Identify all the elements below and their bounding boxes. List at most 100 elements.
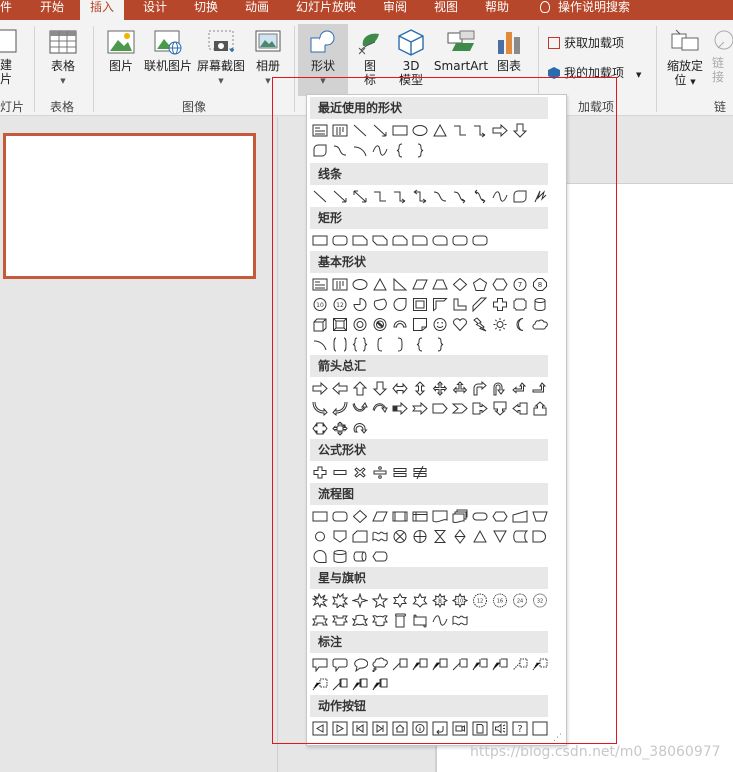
shape-ovalcallout-icon[interactable]: [350, 655, 370, 673]
resize-grip-icon[interactable]: ⋰: [553, 734, 562, 743]
shape-chevron-icon[interactable]: [450, 399, 470, 417]
shape-star6-icon[interactable]: [390, 591, 410, 609]
shape-textbox-icon[interactable]: [310, 275, 330, 293]
shape-curvedup-icon[interactable]: [350, 399, 370, 417]
tab-slideshow[interactable]: 幻灯片放映: [296, 0, 356, 20]
shape-btnend-icon[interactable]: [370, 719, 390, 737]
3d-model-button[interactable]: 3D 模型: [392, 28, 430, 87]
shape-round1-icon[interactable]: [410, 231, 430, 249]
tell-me-search[interactable]: 操作说明搜索: [540, 0, 630, 20]
shape-snip2-icon[interactable]: [370, 231, 390, 249]
shape-oval-icon[interactable]: [410, 121, 430, 139]
shape-vtextbox-icon[interactable]: [330, 275, 350, 293]
shape-accentborder3-icon[interactable]: [370, 675, 390, 693]
shape-arc-icon[interactable]: [310, 335, 330, 353]
shape-stripedright-icon[interactable]: [390, 399, 410, 417]
shape-foldedcorner-icon[interactable]: [410, 315, 430, 333]
shape-teardrop-icon[interactable]: [390, 295, 410, 313]
shape-elbow-icon[interactable]: [370, 187, 390, 205]
shape-btnsound-icon[interactable]: [490, 719, 510, 737]
tab-review[interactable]: 审阅: [383, 0, 407, 20]
shape-horizontalscroll-icon[interactable]: [410, 611, 430, 629]
shape-btnmovie-icon[interactable]: [450, 719, 470, 737]
shape-accentborder2-icon[interactable]: [350, 675, 370, 693]
shape-curveddbl-icon[interactable]: [470, 187, 490, 205]
shape-rect-icon[interactable]: [310, 507, 330, 525]
shape-curvedright-icon[interactable]: [310, 399, 330, 417]
shape-rect-icon[interactable]: [310, 231, 330, 249]
shape-dodecagon-icon[interactable]: 12: [330, 295, 350, 313]
screenshot-button[interactable]: 屏幕截图 ▼: [195, 28, 247, 88]
shape-line-icon[interactable]: [350, 121, 370, 139]
shape-arrowline-icon[interactable]: [370, 121, 390, 139]
picture-button[interactable]: 图片: [104, 28, 138, 73]
shape-heart-icon[interactable]: [450, 315, 470, 333]
shape-multidoc-icon[interactable]: [450, 507, 470, 525]
shape-leftcallout-icon[interactable]: [510, 399, 530, 417]
shape-multiply-icon[interactable]: [350, 463, 370, 481]
shape-cube-icon[interactable]: [310, 315, 330, 333]
shape-donut-icon[interactable]: [350, 315, 370, 333]
shape-dblelbow-icon[interactable]: [410, 187, 430, 205]
shape-quadcallout-icon[interactable]: [330, 419, 350, 437]
shape-accentcallout2-icon[interactable]: [470, 655, 490, 673]
shape-equal-icon[interactable]: [390, 463, 410, 481]
shape-curvedribbonup-icon[interactable]: [350, 611, 370, 629]
shape-summing-icon[interactable]: [390, 527, 410, 545]
tab-home[interactable]: 开始: [40, 0, 64, 20]
shape-bentarrow-icon[interactable]: [470, 379, 490, 397]
shape-parallelogram-icon[interactable]: [370, 507, 390, 525]
shape-linecallout1-icon[interactable]: [390, 655, 410, 673]
shape-wave-icon[interactable]: [490, 187, 510, 205]
shape-cloud-icon[interactable]: [530, 315, 550, 333]
shape-snipround-icon[interactable]: [390, 231, 410, 249]
shape-vtextbox-icon[interactable]: [330, 121, 350, 139]
shape-nosymbol-icon[interactable]: [370, 315, 390, 333]
shape-merge-icon[interactable]: [490, 527, 510, 545]
shape-star16-icon[interactable]: 16: [490, 591, 510, 609]
shape-triangle-icon[interactable]: [370, 275, 390, 293]
shape-linecallout3-icon[interactable]: [430, 655, 450, 673]
shape-btncustom-icon[interactable]: [530, 719, 550, 737]
shape-roundrect-icon[interactable]: [470, 231, 490, 249]
shape-lshape-icon[interactable]: [450, 295, 470, 313]
tab-animations[interactable]: 动画: [245, 0, 269, 20]
shape-verticalscroll-icon[interactable]: [390, 611, 410, 629]
shape-diagstripe-icon[interactable]: [470, 295, 490, 313]
shape-rect-icon[interactable]: [390, 121, 410, 139]
shape-blockarc-icon[interactable]: [390, 315, 410, 333]
shape-explosion2-icon[interactable]: [330, 591, 350, 609]
shape-manualop-icon[interactable]: [530, 507, 550, 525]
tab-insert[interactable]: 插入: [80, 0, 125, 20]
shape-punchedtape-icon[interactable]: [370, 527, 390, 545]
shape-circle-icon[interactable]: [310, 527, 330, 545]
shape-heptagon-icon[interactable]: 7: [510, 275, 530, 293]
shape-accentcallout1-icon[interactable]: [450, 655, 470, 673]
shape-wave-icon[interactable]: [430, 611, 450, 629]
shape-downarrow-icon[interactable]: [370, 379, 390, 397]
shape-star12-icon[interactable]: 12: [470, 591, 490, 609]
shape-wave-icon[interactable]: [370, 141, 390, 159]
chart-button[interactable]: 图表: [492, 28, 526, 73]
shape-predefined-icon[interactable]: [390, 507, 410, 525]
shape-bracketpair-icon[interactable]: [330, 335, 350, 353]
shape-btnreturn-icon[interactable]: [430, 719, 450, 737]
shape-diamond-icon[interactable]: [450, 275, 470, 293]
shape-frame-icon[interactable]: [410, 295, 430, 313]
shape-storeddata-icon[interactable]: [510, 527, 530, 545]
shape-leftuparrow-icon[interactable]: [510, 379, 530, 397]
shape-star4-icon[interactable]: [350, 591, 370, 609]
shape-btndocument-icon[interactable]: [470, 719, 490, 737]
shape-minus-icon[interactable]: [330, 463, 350, 481]
shape-arrowline-icon[interactable]: [330, 187, 350, 205]
shape-curvedribbondown-icon[interactable]: [370, 611, 390, 629]
shape-sort-icon[interactable]: [450, 527, 470, 545]
shape-diamond-icon[interactable]: [350, 507, 370, 525]
shape-accentborder1-icon[interactable]: [330, 675, 350, 693]
shape-curvedconn-icon[interactable]: [330, 141, 350, 159]
get-addins-button[interactable]: 获取加载项: [548, 36, 624, 50]
shape-rbracket-icon[interactable]: [390, 335, 410, 353]
shape-lbracket-icon[interactable]: [370, 335, 390, 353]
my-addins-button[interactable]: 我的加载项 ▼: [548, 66, 641, 82]
shape-circulararrow-icon[interactable]: [350, 419, 370, 437]
